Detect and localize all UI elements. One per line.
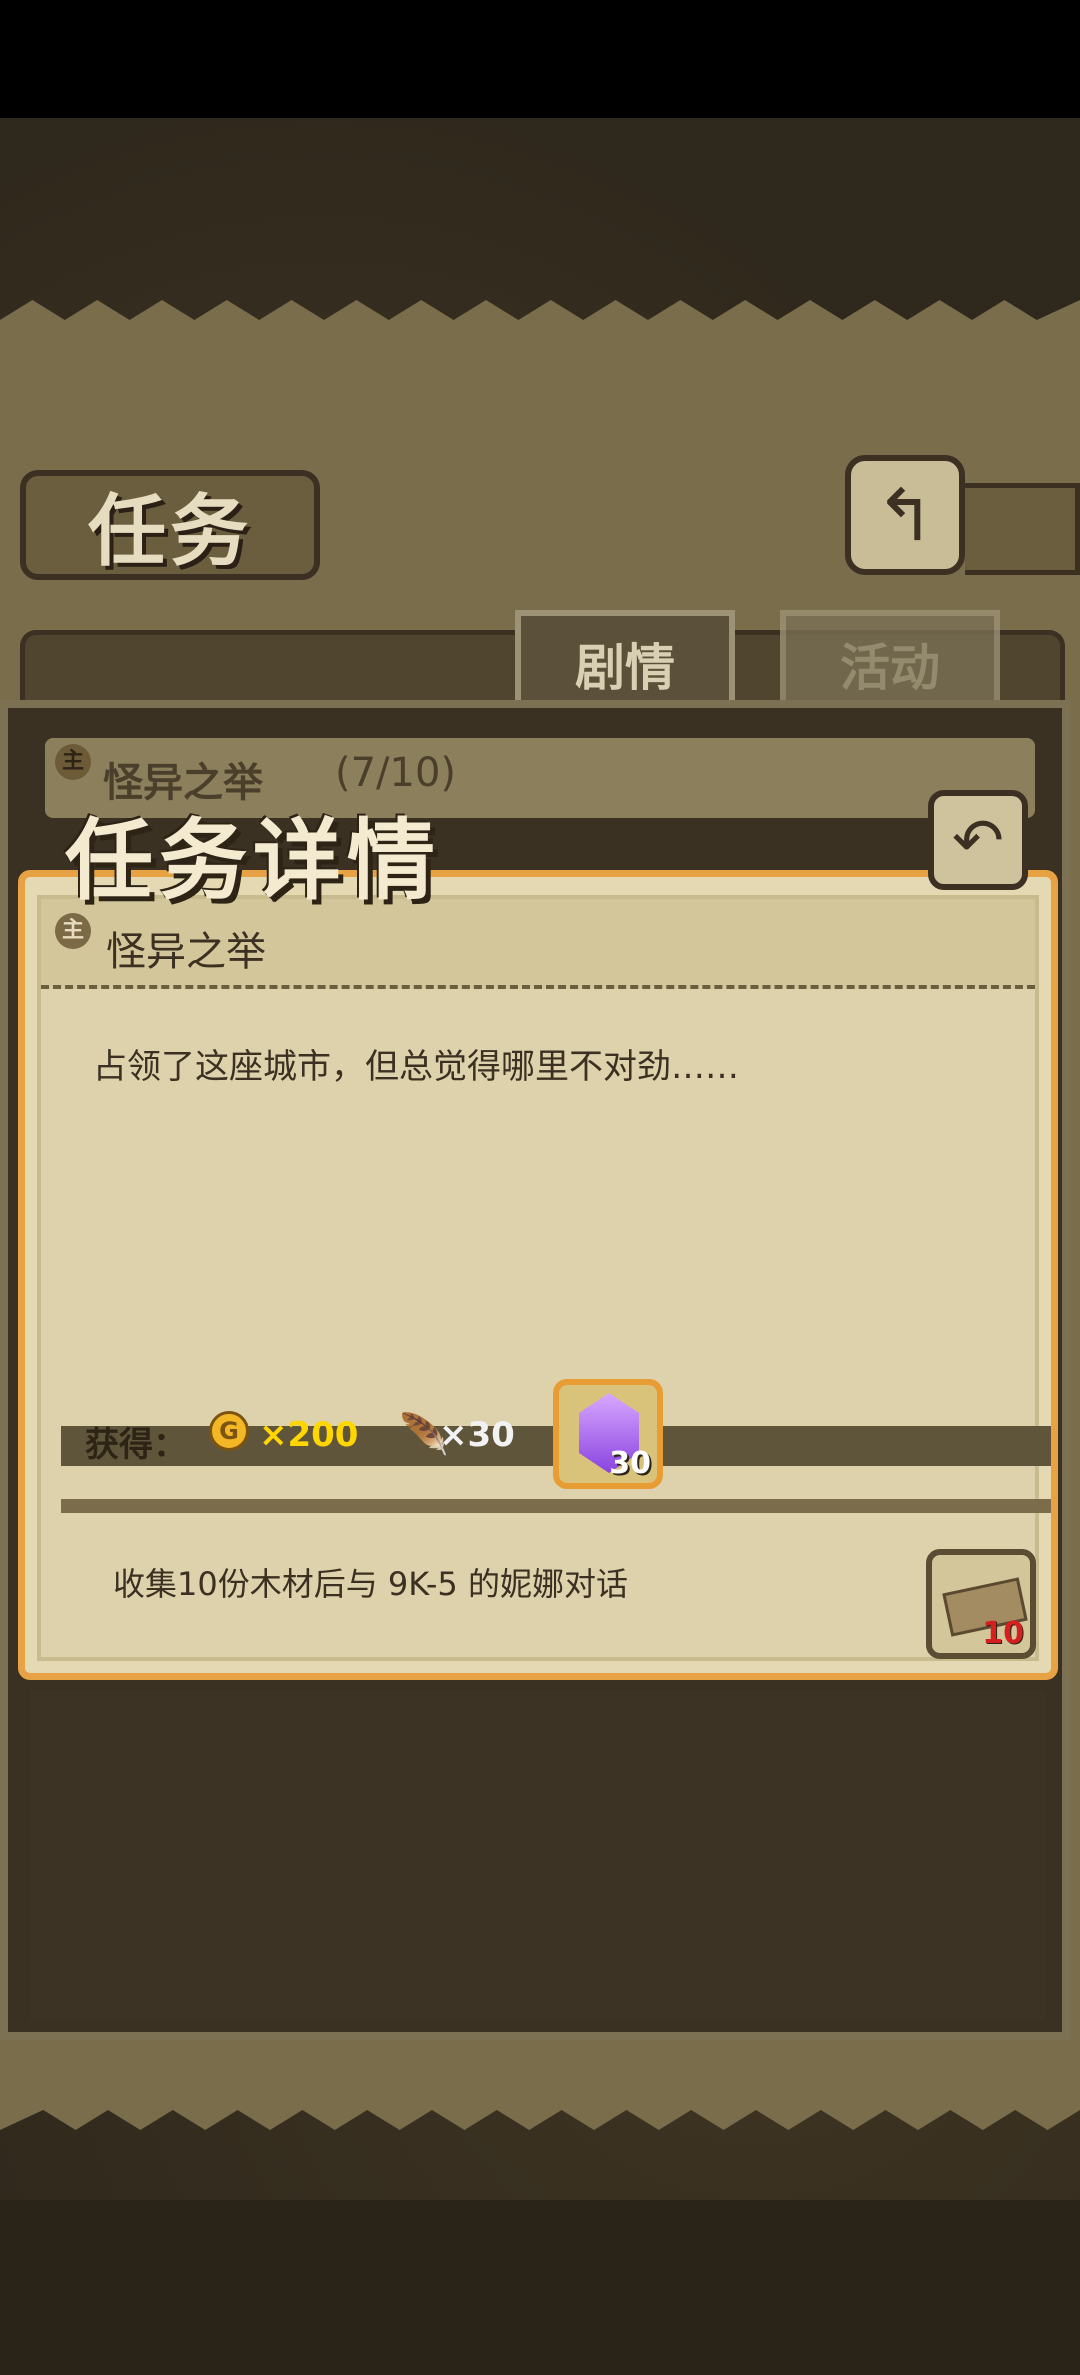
- modal-content: 主 怪异之举 占领了这座城市，但总觉得哪里不对劲…… 获得： G ×200 🪶 …: [37, 895, 1051, 1661]
- gold-coin-icon: G: [209, 1411, 249, 1451]
- gem-reward-item[interactable]: 30: [553, 1379, 663, 1489]
- section-divider: [61, 1499, 1051, 1513]
- tab-events-label: 活动: [840, 639, 940, 697]
- quest-objective: 收集10份木材后与 9K-5 的妮娜对话: [113, 1565, 628, 1603]
- modal-close-button[interactable]: ↶: [928, 790, 1028, 890]
- quest-list-empty-area: [30, 1690, 1045, 2020]
- back-button[interactable]: ↰: [845, 455, 965, 575]
- main-quest-badge-icon: 主: [55, 913, 91, 949]
- tab-story-label: 剧情: [575, 639, 675, 697]
- rewards-label: 获得：: [85, 1425, 187, 1465]
- status-bar: [0, 0, 1080, 118]
- main-quest-badge-icon: 主: [55, 744, 91, 780]
- header-bar-decoration: [965, 483, 1080, 575]
- feather-reward-amount: ×30: [439, 1415, 515, 1455]
- page-title-plate: 任务: [20, 470, 320, 580]
- bottom-background: [0, 2200, 1080, 2375]
- modal-title: 任务详情: [65, 809, 442, 912]
- gold-reward-amount: ×200: [259, 1415, 359, 1455]
- back-icon: ↰: [874, 473, 936, 557]
- objective-item[interactable]: 10: [926, 1549, 1036, 1659]
- wood-required-count: 10: [982, 1616, 1024, 1651]
- quest-description: 占领了这座城市，但总觉得哪里不对劲……: [93, 1047, 739, 1087]
- page-title: 任务: [87, 487, 252, 577]
- return-icon: ↶: [952, 803, 1004, 877]
- gem-reward-count: 30: [609, 1446, 651, 1481]
- quest-detail-modal: 主 怪异之举 占领了这座城市，但总觉得哪里不对劲…… 获得： G ×200 🪶 …: [18, 870, 1058, 1680]
- quest-detail-name: 怪异之举: [106, 929, 266, 975]
